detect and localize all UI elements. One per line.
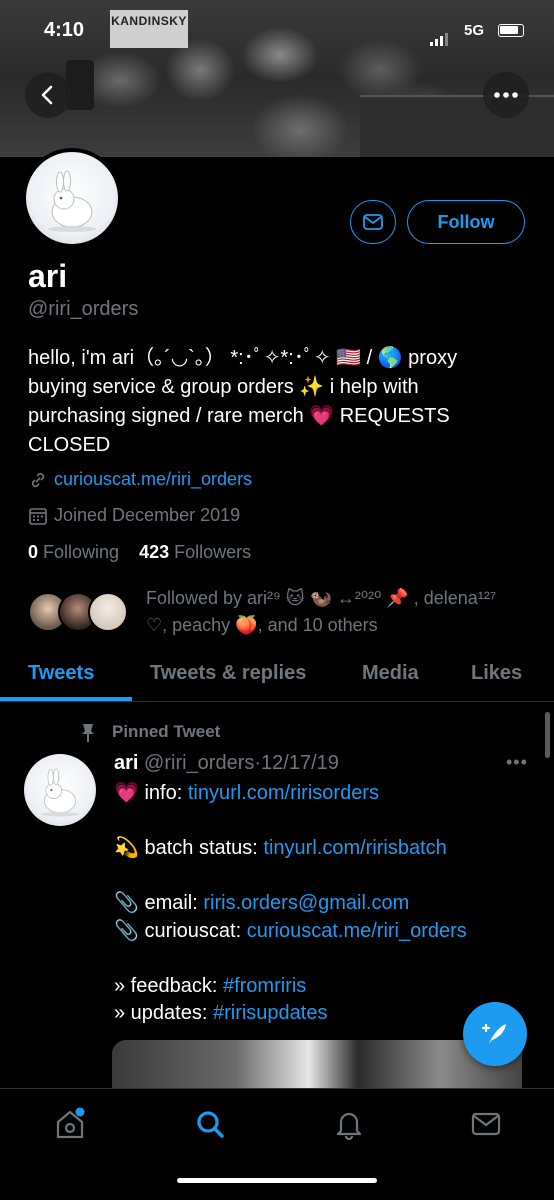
home-indicator[interactable] — [177, 1178, 377, 1183]
tab-likes[interactable]: Likes — [471, 662, 522, 685]
followed-by-line: ♡, peachy 🍑, and 10 others — [146, 615, 378, 635]
network-label: 5G — [464, 22, 485, 39]
calendar-icon — [29, 507, 47, 525]
battery-icon — [498, 24, 524, 37]
tweet-header: ari @riri_orders·12/17/19 — [114, 752, 339, 774]
pin-icon — [82, 724, 94, 742]
bio-line: CLOSED — [28, 434, 111, 456]
tweet-body: 💗 info: tinyurl.com/ririsorders 💫 batch … — [114, 780, 534, 1028]
home-icon[interactable] — [54, 1107, 86, 1141]
profile-website-link[interactable]: curiouscat.me/riri_orders — [54, 469, 252, 490]
curiouscat-link[interactable]: curiouscat.me/riri_orders — [247, 920, 467, 942]
profile-name: ari — [28, 258, 68, 294]
updates-hashtag[interactable]: #ririsupdates — [213, 1002, 328, 1024]
tweet-text: » updates: — [114, 1002, 213, 1024]
email-link[interactable]: riris.orders@gmail.com — [203, 892, 409, 914]
following-link[interactable]: 0 Following — [28, 542, 119, 562]
scrollbar[interactable] — [545, 712, 550, 758]
joined-date: Joined December 2019 — [54, 505, 241, 525]
profile-tabs: Tweets Tweets & replies Media Likes — [0, 654, 554, 702]
joined-row: Joined December 2019 — [28, 505, 240, 526]
more-options-button[interactable] — [483, 72, 529, 118]
more-icon — [494, 92, 518, 98]
batch-link[interactable]: tinyurl.com/ririsbatch — [263, 837, 446, 859]
profile-handle: @riri_orders — [28, 298, 139, 320]
tab-tweets[interactable]: Tweets — [28, 662, 94, 685]
bio-line: buying service & group orders ✨ i help w… — [28, 376, 419, 398]
tweet-text: 💗 info: — [114, 782, 188, 804]
compose-icon — [481, 1023, 506, 1044]
status-time: 4:10 — [44, 19, 85, 41]
inbox-icon[interactable] — [470, 1107, 502, 1141]
follow-button[interactable]: Follow — [407, 200, 525, 244]
mail-icon — [363, 214, 383, 230]
bottom-navigation — [0, 1088, 554, 1200]
tab-media[interactable]: Media — [362, 662, 419, 685]
active-tab-indicator — [0, 697, 132, 701]
search-icon[interactable] — [194, 1107, 226, 1141]
rabbit-illustration — [41, 768, 79, 817]
followers-link[interactable]: 423 Followers — [139, 542, 251, 562]
bio-line: hello, i'm ari（｡´◡`｡） *:･ﾟ✧*:･ﾟ✧ 🇺🇸 / 🌎 … — [28, 347, 458, 369]
rabbit-illustration — [48, 170, 96, 232]
tweet-more-icon[interactable]: ••• — [506, 752, 528, 773]
profile-avatar[interactable] — [22, 148, 122, 248]
followed-by-line: Followed by ari²⁹ 🐱 🦦 ↔²⁰²⁰ 📌 , delena¹²… — [146, 588, 497, 608]
follow-counts: 0 Following 423 Followers — [28, 542, 251, 563]
pinned-label: Pinned Tweet — [112, 722, 221, 741]
tab-tweets-replies[interactable]: Tweets & replies — [150, 662, 306, 685]
bio-line: purchasing signed / rare merch 💗 REQUEST… — [28, 405, 450, 427]
compose-tweet-button[interactable] — [463, 1002, 527, 1066]
tweet-date: 12/17/19 — [261, 752, 339, 774]
feedback-hashtag[interactable]: #fromriris — [223, 975, 306, 997]
info-link[interactable]: tinyurl.com/ririsorders — [188, 782, 379, 804]
tweet-avatar[interactable] — [24, 754, 96, 826]
banner-lamp — [66, 60, 94, 110]
tweet-text: 📎 curiouscat: — [114, 919, 247, 942]
link-icon — [31, 472, 45, 487]
signal-icon — [430, 28, 450, 46]
tweet-text: 📎 email: — [114, 892, 204, 914]
status-bar: 4:10 5G — [0, 0, 554, 60]
tweet-text: » feedback: — [114, 974, 223, 997]
profile-bio: hello, i'm ari（｡´◡`｡） *:･ﾟ✧*:･ﾟ✧ 🇺🇸 / 🌎 … — [28, 344, 528, 460]
tweet-text: 💫 batch status: — [114, 837, 264, 859]
back-button[interactable] — [25, 72, 71, 118]
tweet-author[interactable]: ari — [114, 752, 138, 774]
followed-by-text[interactable]: Followed by ari²⁹ 🐱 🦦 ↔²⁰²⁰ 📌 , delena¹²… — [146, 585, 526, 639]
profile-link-row: curiouscat.me/riri_orders — [28, 469, 252, 490]
tweet-handle: @riri_orders — [144, 752, 255, 774]
message-button[interactable] — [350, 200, 396, 244]
follower-avatar[interactable] — [88, 592, 128, 632]
bell-icon[interactable] — [333, 1107, 365, 1141]
back-arrow-icon — [41, 85, 53, 105]
